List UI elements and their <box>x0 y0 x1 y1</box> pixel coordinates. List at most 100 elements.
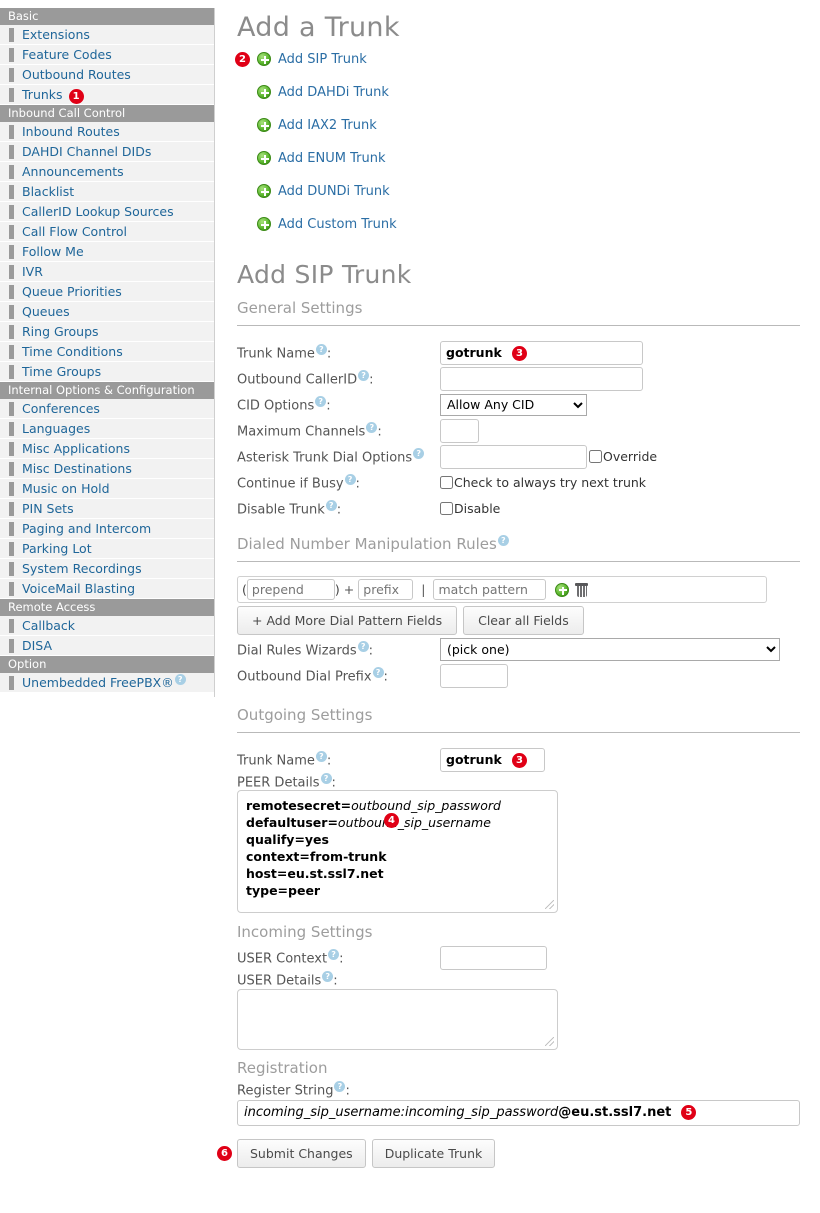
duplicate-trunk-button[interactable]: Duplicate Trunk <box>371 1138 496 1168</box>
sidebar-item-ivr[interactable]: IVR <box>0 262 214 282</box>
sidebar-item-callback[interactable]: Callback <box>0 616 214 636</box>
add-plus-icon[interactable] <box>257 52 271 66</box>
override-checkbox-wrap[interactable]: Override <box>589 449 657 464</box>
trunk-type-link[interactable]: Add DAHDi Trunk <box>278 85 389 100</box>
delete-row-icon[interactable] <box>575 582 589 597</box>
disable-trunk-checkbox-wrap[interactable]: Disable <box>440 501 500 516</box>
label-continue-if-busy-text: Continue if Busy <box>237 476 344 492</box>
dial-rules-wizards-select[interactable]: (pick one)7-digit (US)10-digit (US)11-di… <box>440 638 780 661</box>
sidebar-item-extensions[interactable]: Extensions <box>0 25 214 45</box>
label-max-channels: Maximum Channels?: <box>237 421 440 439</box>
user-context-input[interactable] <box>440 945 547 970</box>
sidebar-item-misc-applications[interactable]: Misc Applications <box>0 439 214 459</box>
peer-details-line: type=peer <box>246 882 549 899</box>
continue-busy-checkbox[interactable] <box>440 476 453 489</box>
trunk-type-link[interactable]: Add SIP Trunk <box>278 52 367 67</box>
sidebar-item-label: Misc Applications <box>22 441 130 456</box>
help-icon[interactable]: ? <box>357 640 369 652</box>
cid-options-select[interactable]: Allow Any CIDBlock Foreign CIDsRemove CN… <box>440 393 587 416</box>
sidebar-item-trunks[interactable]: Trunks 1 <box>0 85 214 105</box>
sidebar-item-paging-and-intercom[interactable]: Paging and Intercom <box>0 519 214 539</box>
sidebar-item-languages[interactable]: Languages <box>0 419 214 439</box>
sidebar-item-label: VoiceMail Blasting <box>22 581 136 596</box>
help-icon[interactable]: ? <box>366 421 378 433</box>
sidebar-item-system-recordings[interactable]: System Recordings <box>0 559 214 579</box>
outbound-callerid-input[interactable] <box>440 366 643 391</box>
resize-grip-icon[interactable] <box>545 900 554 910</box>
override-checkbox[interactable] <box>589 450 602 463</box>
help-icon[interactable]: ? <box>334 1080 346 1092</box>
help-icon[interactable]: ? <box>325 499 337 511</box>
sidebar-item-call-flow-control[interactable]: Call Flow Control <box>0 222 214 242</box>
sidebar-item-outbound-routes[interactable]: Outbound Routes <box>0 65 214 85</box>
help-icon[interactable]: ? <box>315 395 327 407</box>
sidebar-item-pin-sets[interactable]: PIN Sets <box>0 499 214 519</box>
help-icon[interactable]: ? <box>320 773 332 784</box>
add-plus-icon[interactable] <box>257 217 271 231</box>
sidebar-item-label: Queue Priorities <box>22 284 122 299</box>
help-icon[interactable]: ? <box>358 369 370 381</box>
close-paren: ) <box>334 582 340 597</box>
trunk-type-link[interactable]: Add ENUM Trunk <box>278 151 386 166</box>
sidebar-item-feature-codes[interactable]: Feature Codes <box>0 45 214 65</box>
sidebar-item-music-on-hold[interactable]: Music on Hold <box>0 479 214 499</box>
clear-all-fields-button[interactable]: Clear all Fields <box>463 606 584 635</box>
add-plus-icon[interactable] <box>257 118 271 132</box>
sidebar-item-dahdi-channel-dids[interactable]: DAHDI Channel DIDs <box>0 142 214 162</box>
outgoing-trunk-name-input[interactable] <box>440 747 545 772</box>
peer-details-key: type=peer <box>246 883 321 899</box>
trunk-type-link[interactable]: Add DUNDi Trunk <box>278 184 390 199</box>
sidebar-item-unembedded-freepbx[interactable]: Unembedded FreePBX®? <box>0 673 214 693</box>
sidebar-item-ring-groups[interactable]: Ring Groups <box>0 322 214 342</box>
sidebar-item-misc-destinations[interactable]: Misc Destinations <box>0 459 214 479</box>
sidebar-item-blacklist[interactable]: Blacklist <box>0 182 214 202</box>
outbound-dial-prefix-input[interactable] <box>440 663 508 688</box>
label-cid-options: CID Options?: <box>237 395 440 413</box>
add-plus-icon[interactable] <box>257 184 271 198</box>
resize-grip-icon[interactable] <box>545 1036 554 1046</box>
prepend-input[interactable] <box>246 579 335 600</box>
sidebar-item-inbound-routes[interactable]: Inbound Routes <box>0 122 214 142</box>
user-details-textarea[interactable] <box>237 988 558 1050</box>
sidebar-item-time-conditions[interactable]: Time Conditions <box>0 342 214 362</box>
help-icon[interactable]: ? <box>174 674 186 685</box>
sidebar-item-queue-priorities[interactable]: Queue Priorities <box>0 282 214 302</box>
help-icon[interactable]: ? <box>315 750 327 762</box>
help-icon[interactable]: ? <box>315 343 327 355</box>
continue-busy-checkbox-wrap[interactable]: Check to always try next trunk <box>440 475 646 490</box>
sidebar-item-time-groups[interactable]: Time Groups <box>0 362 214 382</box>
help-icon[interactable]: ? <box>413 447 425 459</box>
help-icon[interactable]: ? <box>372 666 384 678</box>
add-more-dial-pattern-fields-button[interactable]: + Add More Dial Pattern Fields <box>237 606 458 635</box>
sidebar-item-parking-lot[interactable]: Parking Lot <box>0 539 214 559</box>
max-channels-input[interactable] <box>440 418 479 443</box>
submit-changes-button[interactable]: Submit Changes <box>237 1138 366 1168</box>
sidebar-item-queues[interactable]: Queues <box>0 302 214 322</box>
trunk-type-link[interactable]: Add Custom Trunk <box>278 217 397 232</box>
help-icon[interactable]: ? <box>322 971 334 983</box>
add-plus-icon[interactable] <box>257 85 271 99</box>
sidebar-item-follow-me[interactable]: Follow Me <box>0 242 214 262</box>
sidebar-item-voicemail-blasting[interactable]: VoiceMail Blasting <box>0 579 214 599</box>
dialed-rules-heading: Dialed Number Manipulation Rules? <box>237 535 820 553</box>
divider <box>237 732 800 733</box>
match-pattern-input[interactable] <box>433 579 547 600</box>
register-string-input[interactable]: incoming_sip_username:incoming_sip_passw… <box>237 1099 800 1126</box>
add-row-icon[interactable] <box>555 582 570 597</box>
help-icon[interactable]: ? <box>497 535 509 546</box>
sidebar-item-conferences[interactable]: Conferences <box>0 399 214 419</box>
prefix-input[interactable] <box>358 579 414 600</box>
sidebar-item-disa[interactable]: DISA <box>0 636 214 656</box>
peer-details-textarea[interactable]: remotesecret=outbound_sip_password defaul… <box>237 790 558 914</box>
help-icon[interactable]: ? <box>328 949 340 961</box>
asterisk-dial-options-input[interactable] <box>440 444 587 469</box>
disable-trunk-checkbox[interactable] <box>440 502 453 515</box>
help-icon[interactable]: ? <box>344 473 356 485</box>
trunk-name-input[interactable] <box>440 340 643 365</box>
trunk-type-link[interactable]: Add IAX2 Trunk <box>278 118 377 133</box>
sidebar-item-callerid-lookup-sources[interactable]: CallerID Lookup Sources <box>0 202 214 222</box>
add-plus-icon[interactable] <box>257 151 271 165</box>
sidebar-item-label: Languages <box>22 421 91 436</box>
row-outbound-dial-prefix: Outbound Dial Prefix?: <box>237 663 820 688</box>
sidebar-item-announcements[interactable]: Announcements <box>0 162 214 182</box>
